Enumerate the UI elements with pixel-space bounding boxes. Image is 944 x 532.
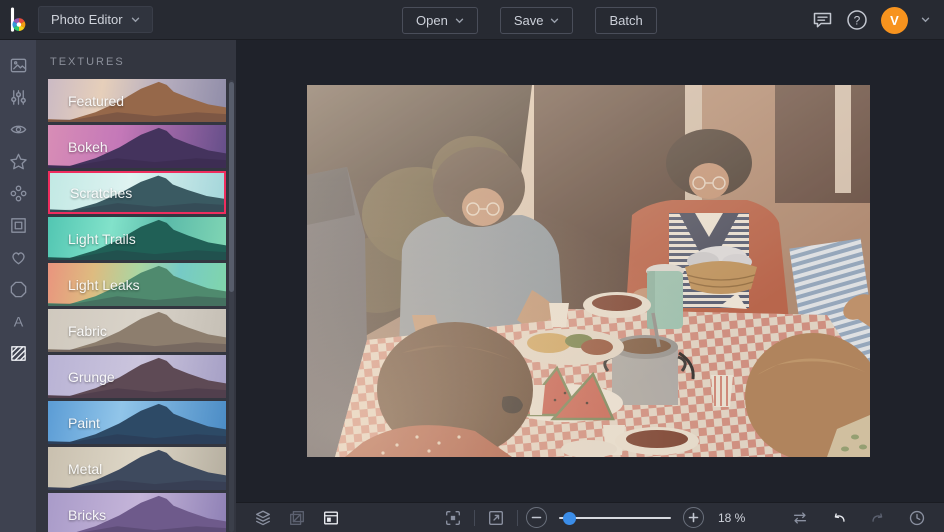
texture-label: Paint xyxy=(68,401,100,444)
texture-item-light-trails[interactable]: Light Trails xyxy=(48,217,226,260)
canvas-manager-icon[interactable] xyxy=(318,505,344,531)
texture-label: Bokeh xyxy=(68,125,108,168)
text-icon[interactable]: A xyxy=(0,305,36,337)
app-switcher-button[interactable]: Photo Editor xyxy=(38,6,153,33)
fit-screen-icon[interactable] xyxy=(440,505,466,531)
graphics-icon[interactable] xyxy=(0,273,36,305)
texture-item-grunge[interactable]: Grunge xyxy=(48,355,226,398)
history-icon[interactable] xyxy=(904,505,930,531)
history-tools xyxy=(787,505,930,531)
texture-item-paint[interactable]: Paint xyxy=(48,401,226,444)
zoom-level-label: 18 % xyxy=(718,511,745,525)
open-new-window-icon[interactable] xyxy=(483,505,509,531)
texture-item-metal[interactable]: Metal xyxy=(48,447,226,490)
image-icon[interactable] xyxy=(0,49,36,81)
batch-button[interactable]: Batch xyxy=(595,7,656,34)
layers-icon[interactable] xyxy=(250,505,276,531)
topbar: Photo Editor Open Save Batch xyxy=(0,0,944,40)
chevron-down-icon xyxy=(550,18,559,24)
befunky-logo[interactable] xyxy=(0,6,36,34)
compare-icon[interactable] xyxy=(787,505,813,531)
topbar-right: ? V xyxy=(812,0,930,40)
texture-item-fabric[interactable]: Fabric xyxy=(48,309,226,352)
texture-label: Bricks xyxy=(68,493,106,532)
undo-icon[interactable] xyxy=(826,505,852,531)
transform-icon[interactable] xyxy=(284,505,310,531)
tool-rail: A xyxy=(0,40,36,532)
texture-label: Light Trails xyxy=(68,217,136,260)
save-button[interactable]: Save xyxy=(500,7,574,34)
texture-item-bokeh[interactable]: Bokeh xyxy=(48,125,226,168)
content: A TEXTURES Featured xyxy=(0,40,944,532)
svg-text:?: ? xyxy=(854,13,861,27)
avatar[interactable]: V xyxy=(881,7,908,34)
open-button[interactable]: Open xyxy=(402,7,478,34)
chevron-down-icon xyxy=(455,18,464,24)
textures-panel: TEXTURES Featured Bokeh xyxy=(36,40,236,532)
frame-icon[interactable] xyxy=(0,209,36,241)
toolbar-divider xyxy=(517,510,518,526)
zoom-slider[interactable] xyxy=(559,508,671,528)
svg-text:A: A xyxy=(13,314,23,330)
bottom-toolbar: 18 % xyxy=(236,502,944,532)
avatar-initial: V xyxy=(890,13,899,28)
panel-scrollbar[interactable] xyxy=(229,80,234,532)
texture-label: Light Leaks xyxy=(68,263,140,306)
panel-title: TEXTURES xyxy=(36,40,236,79)
texture-item-scratches[interactable]: Scratches xyxy=(48,171,226,214)
app-switcher-label: Photo Editor xyxy=(51,12,123,27)
help-icon[interactable]: ? xyxy=(846,9,868,31)
zoom-in-icon[interactable] xyxy=(683,507,704,528)
batch-button-label: Batch xyxy=(609,13,642,28)
texture-item-light-leaks[interactable]: Light Leaks xyxy=(48,263,226,306)
save-button-label: Save xyxy=(514,13,544,28)
texture-list: Featured Bokeh Scratches xyxy=(36,79,236,532)
texture-icon[interactable] xyxy=(0,337,36,369)
canvas-image[interactable] xyxy=(307,85,870,457)
zoom-out-icon[interactable] xyxy=(526,507,547,528)
avatar-chevron-icon[interactable] xyxy=(921,17,930,23)
zoom-slider-knob[interactable] xyxy=(563,512,576,525)
adjust-icon[interactable] xyxy=(0,81,36,113)
panel-scrollbar-thumb[interactable] xyxy=(229,82,234,292)
texture-item-featured[interactable]: Featured xyxy=(48,79,226,122)
texture-label: Featured xyxy=(68,79,124,122)
file-actions: Open Save Batch xyxy=(402,7,657,34)
texture-label: Scratches xyxy=(70,173,132,212)
texture-item-bricks[interactable]: Bricks xyxy=(48,493,226,532)
texture-label: Fabric xyxy=(68,309,107,352)
eye-icon[interactable] xyxy=(0,113,36,145)
photo-editor-app: Photo Editor Open Save Batch xyxy=(0,0,944,532)
heart-icon[interactable] xyxy=(0,241,36,273)
star-icon[interactable] xyxy=(0,145,36,177)
texture-label: Metal xyxy=(68,447,102,490)
toolbar-divider xyxy=(474,510,475,526)
canvas-stage: 18 % xyxy=(236,40,944,532)
effects-icon[interactable] xyxy=(0,177,36,209)
texture-label: Grunge xyxy=(68,355,115,398)
chevron-down-icon xyxy=(131,17,140,23)
redo-icon[interactable] xyxy=(865,505,891,531)
chat-icon[interactable] xyxy=(812,11,833,30)
open-button-label: Open xyxy=(416,13,448,28)
